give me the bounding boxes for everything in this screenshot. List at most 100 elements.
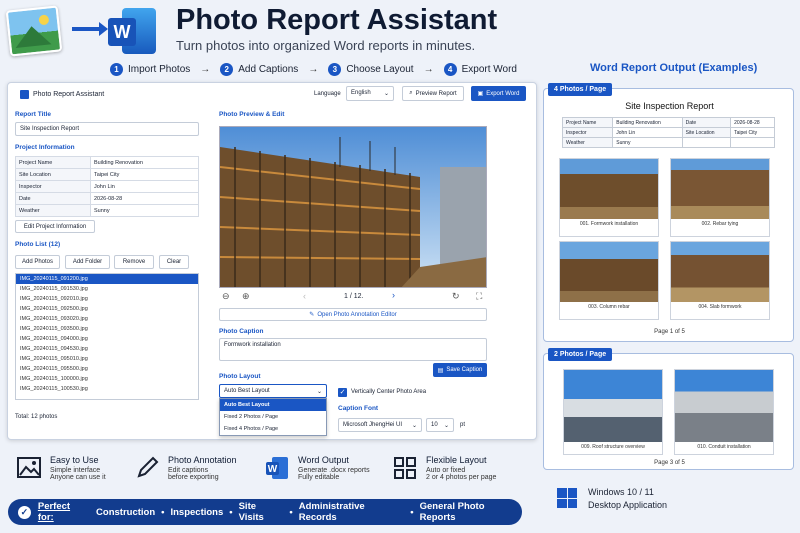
layout-select[interactable]: Auto Best Layout ⌄	[219, 384, 327, 398]
table-cell	[730, 137, 775, 148]
steps-bar: 1 Import Photos → 2 Add Captions → 3 Choose…	[110, 60, 517, 78]
thumbnail-image	[671, 242, 769, 302]
caption-input[interactable]: Formwork installation	[219, 338, 487, 361]
zoom-in-icon[interactable]: ⊕	[242, 291, 250, 302]
feature-title: Photo Annotation	[168, 455, 237, 465]
list-item[interactable]: IMG_20240115_100530.jpg	[16, 384, 198, 394]
step-label: Choose Layout	[346, 63, 414, 75]
perfect-label: Perfect for:	[37, 501, 71, 523]
add-photos-button[interactable]: Add Photos	[15, 255, 60, 269]
search-icon: ⌕	[409, 90, 413, 96]
feature-text: 2 or 4 photos per page	[426, 474, 497, 481]
chevron-down-icon: ⌄	[411, 423, 417, 429]
list-item[interactable]: IMG_20240115_094530.jpg	[16, 344, 198, 354]
window-title-text: Photo Report Assistant	[33, 91, 105, 98]
use-case: Construction	[96, 506, 156, 518]
feature-layout: Flexible Layout Auto or fixed 2 or 4 photo…	[392, 455, 496, 481]
layout-option[interactable]: Auto Best Layout	[220, 399, 326, 411]
language-select[interactable]: English ⌄	[346, 86, 394, 101]
report-photo: 003. Column rebar	[559, 241, 659, 320]
fullscreen-icon[interactable]: ⛶	[476, 291, 482, 302]
step-label: Add Captions	[238, 63, 299, 75]
word-icon: W	[266, 457, 288, 479]
thumbnail-image	[560, 159, 658, 219]
list-item[interactable]: IMG_20240115_091530.jpg	[16, 284, 198, 294]
photo-caption: 009. Roof structure overview	[581, 444, 645, 450]
layout-option[interactable]: Fixed 4 Photos / Page	[220, 423, 326, 435]
table-row: Site Location Taipei City	[15, 168, 199, 181]
info-value[interactable]: Building Renovation	[90, 156, 199, 169]
list-item[interactable]: IMG_20240115_095500.jpg	[16, 364, 198, 374]
list-item[interactable]: IMG_20240115_093500.jpg	[16, 324, 198, 334]
preview-report-button[interactable]: ⌕ Preview Report	[402, 86, 464, 101]
list-item[interactable]: IMG_20240115_093020.jpg	[16, 314, 198, 324]
list-item[interactable]: IMG_20240115_100000.jpg	[16, 374, 198, 384]
remove-button[interactable]: Remove	[114, 255, 154, 269]
caption-label: Photo Caption	[219, 328, 264, 335]
photo-caption: 001. Formwork installation	[579, 221, 639, 227]
list-item[interactable]: IMG_20240115_095010.jpg	[16, 354, 198, 364]
project-info-label: Project Information	[15, 144, 75, 151]
photo-caption: 004. Slab formwork	[698, 304, 742, 310]
list-item[interactable]: IMG_20240115_092500.jpg	[16, 304, 198, 314]
info-value[interactable]: Taipei City	[90, 168, 199, 181]
photo-list[interactable]: IMG_20240115_091200.jpg IMG_20240115_091…	[15, 273, 199, 400]
clear-button[interactable]: Clear	[159, 255, 189, 269]
step-number: 1	[110, 62, 123, 76]
layout-label: Photo Layout	[219, 373, 261, 380]
add-folder-button[interactable]: Add Folder	[65, 255, 110, 269]
feature-text: Fully editable	[298, 474, 340, 481]
export-label: Export Word	[486, 90, 520, 97]
list-item[interactable]: IMG_20240115_094000.jpg	[16, 334, 198, 344]
layout-option[interactable]: Fixed 2 Photos / Page	[220, 411, 326, 423]
construction-photo	[220, 127, 486, 287]
layout-dropdown: Auto Best Layout Fixed 2 Photos / Page F…	[219, 398, 327, 436]
info-value[interactable]: John Lin	[90, 180, 199, 193]
image-icon	[17, 457, 41, 478]
chevron-down-icon: ⌄	[383, 91, 389, 97]
center-checkbox-label: Vertically Center Photo Area	[351, 389, 427, 395]
info-key: Inspector	[15, 180, 91, 193]
zoom-out-icon[interactable]: ⊖	[222, 291, 230, 302]
prev-photo-icon[interactable]: ‹	[303, 291, 306, 301]
next-photo-icon[interactable]: ›	[392, 290, 395, 300]
photo-list-label: Photo List (12)	[15, 241, 61, 248]
photo-caption: 010. Conduit installation	[697, 444, 751, 450]
table-cell	[681, 137, 732, 148]
edit-project-button[interactable]: Edit Project Information	[15, 220, 95, 233]
page-number: Page 1 of 5	[654, 329, 685, 335]
step-3: 3 Choose Layout	[328, 62, 414, 76]
window-title: Photo Report Assistant	[20, 90, 104, 99]
arrow-icon: →	[308, 63, 319, 75]
table-cell: Building Renovation	[612, 117, 683, 128]
report-title-input[interactable]: Site Inspection Report	[15, 122, 199, 136]
pencil-icon	[137, 456, 159, 478]
font-select[interactable]: Microsoft JhengHei UI ⌄	[338, 418, 422, 432]
table-row: Inspector John Lin Site Location Taipei Cit…	[561, 127, 775, 138]
export-word-button[interactable]: ▣ Export Word	[471, 86, 526, 101]
font-value: Microsoft JhengHei UI	[343, 422, 403, 428]
info-value[interactable]: Sunny	[90, 204, 199, 217]
list-item[interactable]: IMG_20240115_091200.jpg	[16, 274, 198, 284]
table-cell: Inspector	[561, 127, 614, 138]
table-row: Date 2026-08-28	[15, 192, 199, 205]
font-size-select[interactable]: 10 ⌄	[426, 418, 454, 432]
annotation-editor-button[interactable]: ✎ Open Photo Annotation Editor	[219, 308, 487, 321]
table-row: Weather Sunny	[15, 204, 199, 217]
table-row: Project Name Building Renovation Date 2026-…	[561, 117, 775, 128]
pencil-icon: ✎	[309, 312, 315, 318]
table-cell: Date	[681, 117, 732, 128]
use-case: Administrative Records	[298, 501, 365, 523]
rotate-icon[interactable]: ↻	[452, 291, 460, 302]
list-item[interactable]: IMG_20240115_092010.jpg	[16, 294, 198, 304]
table-cell: Site Location	[681, 127, 732, 138]
info-value[interactable]: 2026-08-28	[90, 192, 199, 205]
size-unit: pt	[460, 422, 466, 428]
preview-label: Preview Report	[415, 90, 457, 97]
photo-preview	[219, 126, 487, 288]
feature-text: Generate .docx reports	[298, 467, 370, 474]
checkbox-checked-icon[interactable]: ✓	[338, 388, 347, 397]
save-caption-label: Save Caption	[446, 367, 483, 373]
save-caption-button[interactable]: ▤ Save Caption	[433, 363, 487, 377]
thumbnail-image	[675, 370, 773, 442]
